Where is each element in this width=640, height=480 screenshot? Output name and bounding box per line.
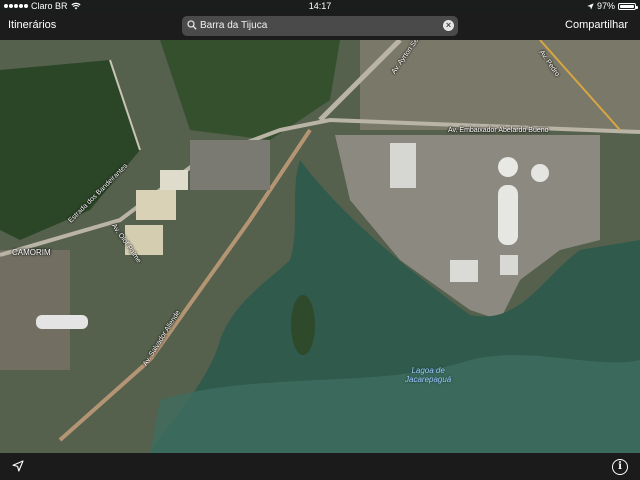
battery-icon xyxy=(618,2,638,10)
lagoon-label: Lagoa de Jacarepaguá xyxy=(405,366,451,384)
battery-percent: 97% xyxy=(596,1,615,11)
building xyxy=(450,260,478,282)
road-label: Av. Embaixador Abelardo Bueno xyxy=(448,127,549,134)
arena xyxy=(498,157,518,177)
search-input[interactable]: Barra da Tijuca xyxy=(200,20,267,31)
satellite-map[interactable]: Estrada dos Bandeirantes CAMORIM Av. Olo… xyxy=(0,40,640,453)
arena xyxy=(498,185,518,245)
building xyxy=(36,315,88,329)
parking-lot xyxy=(190,140,270,190)
lagoon-label-line: Lagoa de xyxy=(411,366,445,375)
island xyxy=(291,295,315,355)
top-toolbar: Itinerários Barra da Tijuca × Compartilh… xyxy=(0,12,640,40)
info-icon[interactable]: i xyxy=(612,459,628,475)
search-field[interactable]: Barra da Tijuca × xyxy=(182,16,458,36)
location-arrow-icon xyxy=(587,2,594,10)
status-right: 97% xyxy=(587,0,638,12)
lagoon-label-line: Jacarepaguá xyxy=(405,375,452,384)
itineraries-button[interactable]: Itinerários xyxy=(8,19,56,31)
neighborhood-label: CAMORIM xyxy=(12,248,51,257)
building xyxy=(160,170,188,190)
map-imagery xyxy=(0,40,640,453)
clock: 14:17 xyxy=(308,1,332,11)
bottom-bar: i xyxy=(0,453,640,480)
urban-area xyxy=(0,250,70,370)
building xyxy=(390,143,416,188)
status-bar: Claro BR 14:17 97% xyxy=(0,0,640,12)
current-location-icon[interactable] xyxy=(12,460,24,472)
share-button[interactable]: Compartilhar xyxy=(565,19,628,31)
arena xyxy=(531,164,549,182)
building xyxy=(136,190,176,220)
search-icon xyxy=(187,20,197,30)
building xyxy=(500,255,518,275)
clear-search-icon[interactable]: × xyxy=(443,20,454,31)
